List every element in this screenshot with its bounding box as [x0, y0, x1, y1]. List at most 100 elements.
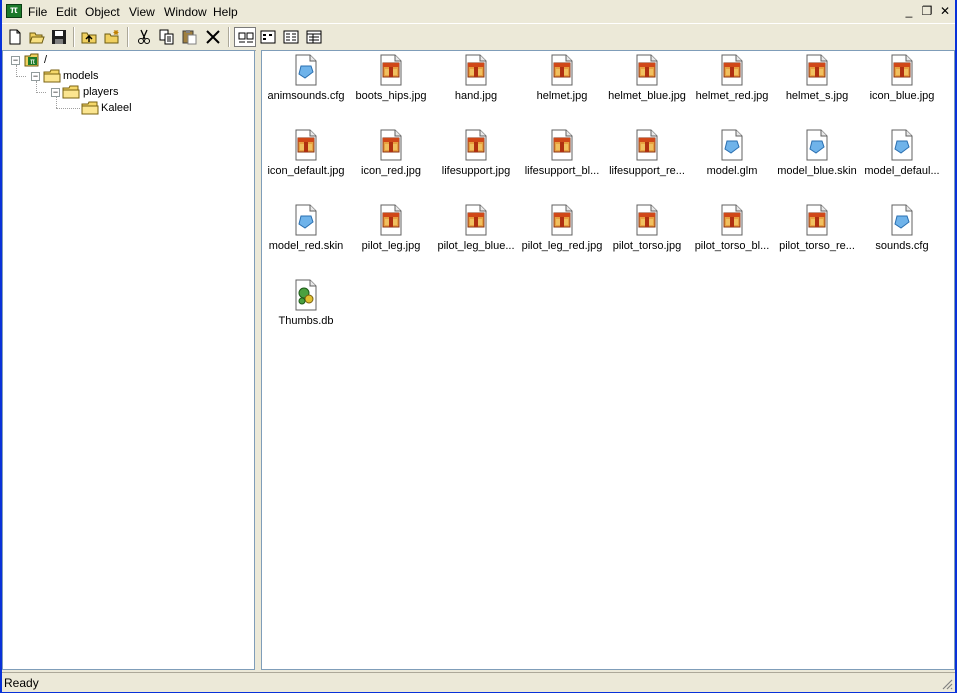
menu-view[interactable]: View: [129, 4, 155, 20]
up-folder-icon[interactable]: [78, 27, 100, 47]
image-file-icon: [546, 54, 578, 86]
file-item[interactable]: pilot_leg_red.jpg: [519, 202, 605, 272]
file-item[interactable]: model_defaul...: [859, 127, 945, 197]
new-folder-icon[interactable]: [101, 27, 123, 47]
document-file-icon: [886, 129, 918, 161]
file-name: icon_red.jpg: [361, 165, 421, 177]
file-item[interactable]: icon_default.jpg: [263, 127, 349, 197]
image-file-icon: [375, 204, 407, 236]
delete-icon[interactable]: [202, 27, 224, 47]
file-name: pilot_leg.jpg: [361, 240, 421, 252]
image-file-icon: [290, 129, 322, 161]
new-icon[interactable]: [4, 27, 26, 47]
file-name: hand.jpg: [454, 90, 498, 102]
thumbs-db-icon: [290, 279, 322, 311]
image-file-icon: [631, 204, 663, 236]
menu-help[interactable]: Help: [213, 4, 238, 20]
restore-icon[interactable]: ❐: [919, 4, 935, 18]
file-item[interactable]: icon_blue.jpg: [859, 52, 945, 122]
file-name: helmet.jpg: [536, 90, 588, 102]
file-item[interactable]: model.glm: [689, 127, 775, 197]
menu-edit[interactable]: Edit: [56, 4, 77, 20]
menu-bar: π File Edit Object View Window Help _ ❐ …: [2, 0, 955, 23]
file-item[interactable]: pilot_torso_re...: [774, 202, 860, 272]
tree-item-kaleel[interactable]: Kaleel: [3, 101, 243, 117]
file-name: model_red.skin: [268, 240, 344, 252]
file-name: boots_hips.jpg: [355, 90, 427, 102]
toolbar-separator: [73, 27, 75, 47]
status-bar: Ready: [2, 672, 955, 692]
collapse-icon[interactable]: −: [11, 56, 20, 65]
file-item[interactable]: Thumbs.db: [263, 277, 349, 347]
image-file-icon: [375, 54, 407, 86]
toolbar-separator: [228, 27, 230, 47]
tree-item-models[interactable]: − models: [3, 69, 243, 85]
tree-item-players[interactable]: − players: [3, 85, 243, 101]
document-file-icon: [290, 204, 322, 236]
list-view-icon[interactable]: [280, 27, 302, 47]
tree-item-root[interactable]: − π /: [3, 53, 243, 69]
image-file-icon: [801, 54, 833, 86]
document-file-icon: [290, 54, 322, 86]
file-item[interactable]: icon_red.jpg: [348, 127, 434, 197]
close-icon[interactable]: ✕: [937, 4, 953, 18]
file-item[interactable]: helmet_s.jpg: [774, 52, 860, 122]
file-name: Thumbs.db: [278, 315, 334, 327]
copy-icon[interactable]: [156, 27, 178, 47]
status-text: Ready: [4, 676, 39, 690]
file-item[interactable]: animsounds.cfg: [263, 52, 349, 122]
file-item[interactable]: lifesupport_re...: [604, 127, 690, 197]
menu-object[interactable]: Object: [85, 4, 120, 20]
file-item[interactable]: boots_hips.jpg: [348, 52, 434, 122]
collapse-icon[interactable]: −: [31, 72, 40, 81]
open-icon[interactable]: [26, 27, 48, 47]
image-file-icon: [801, 204, 833, 236]
file-name: pilot_leg_blue...: [437, 240, 515, 252]
image-file-icon: [886, 54, 918, 86]
file-name: lifesupport_re...: [609, 165, 685, 177]
file-item[interactable]: helmet_blue.jpg: [604, 52, 690, 122]
image-file-icon: [716, 54, 748, 86]
menu-window[interactable]: Window: [164, 4, 207, 20]
folder-tree[interactable]: − π / − models − players Kaleel: [2, 50, 255, 670]
file-name: animsounds.cfg: [267, 90, 345, 102]
file-item[interactable]: lifesupport.jpg: [433, 127, 519, 197]
file-item[interactable]: pilot_leg_blue...: [433, 202, 519, 272]
file-item[interactable]: hand.jpg: [433, 52, 519, 122]
image-file-icon: [460, 129, 492, 161]
file-name: icon_default.jpg: [267, 165, 345, 177]
file-item[interactable]: pilot_torso.jpg: [604, 202, 690, 272]
file-list[interactable]: animsounds.cfg boots_hips.jpg hand.jpg helm…: [261, 50, 955, 670]
app-icon[interactable]: π: [6, 4, 22, 18]
image-file-icon: [631, 54, 663, 86]
image-file-icon: [631, 129, 663, 161]
minimize-icon[interactable]: _: [901, 4, 917, 18]
file-item[interactable]: model_blue.skin: [774, 127, 860, 197]
details-view-icon[interactable]: [303, 27, 325, 47]
small-icons-view-icon[interactable]: [257, 27, 279, 47]
paste-icon[interactable]: [179, 27, 201, 47]
cut-icon[interactable]: [133, 27, 155, 47]
large-icons-view-icon[interactable]: [234, 27, 256, 47]
file-item[interactable]: helmet.jpg: [519, 52, 605, 122]
file-item[interactable]: pilot_leg.jpg: [348, 202, 434, 272]
file-item[interactable]: model_red.skin: [263, 202, 349, 272]
image-file-icon: [546, 204, 578, 236]
image-file-icon: [460, 54, 492, 86]
tree-item-label: players: [83, 86, 119, 98]
menu-file[interactable]: File: [28, 4, 47, 20]
folder-icon: [43, 69, 61, 83]
collapse-icon[interactable]: −: [51, 88, 60, 97]
toolbar: [2, 23, 955, 51]
file-name: model.glm: [706, 165, 758, 177]
toolbar-separator: [127, 27, 129, 47]
file-item[interactable]: sounds.cfg: [859, 202, 945, 272]
file-name: pilot_leg_red.jpg: [521, 240, 603, 252]
file-name: lifesupport_bl...: [524, 165, 600, 177]
resize-grip-icon[interactable]: [941, 678, 953, 690]
file-item[interactable]: pilot_torso_bl...: [689, 202, 775, 272]
save-icon[interactable]: [48, 27, 70, 47]
file-item[interactable]: helmet_red.jpg: [689, 52, 775, 122]
file-name: icon_blue.jpg: [869, 90, 935, 102]
file-item[interactable]: lifesupport_bl...: [519, 127, 605, 197]
